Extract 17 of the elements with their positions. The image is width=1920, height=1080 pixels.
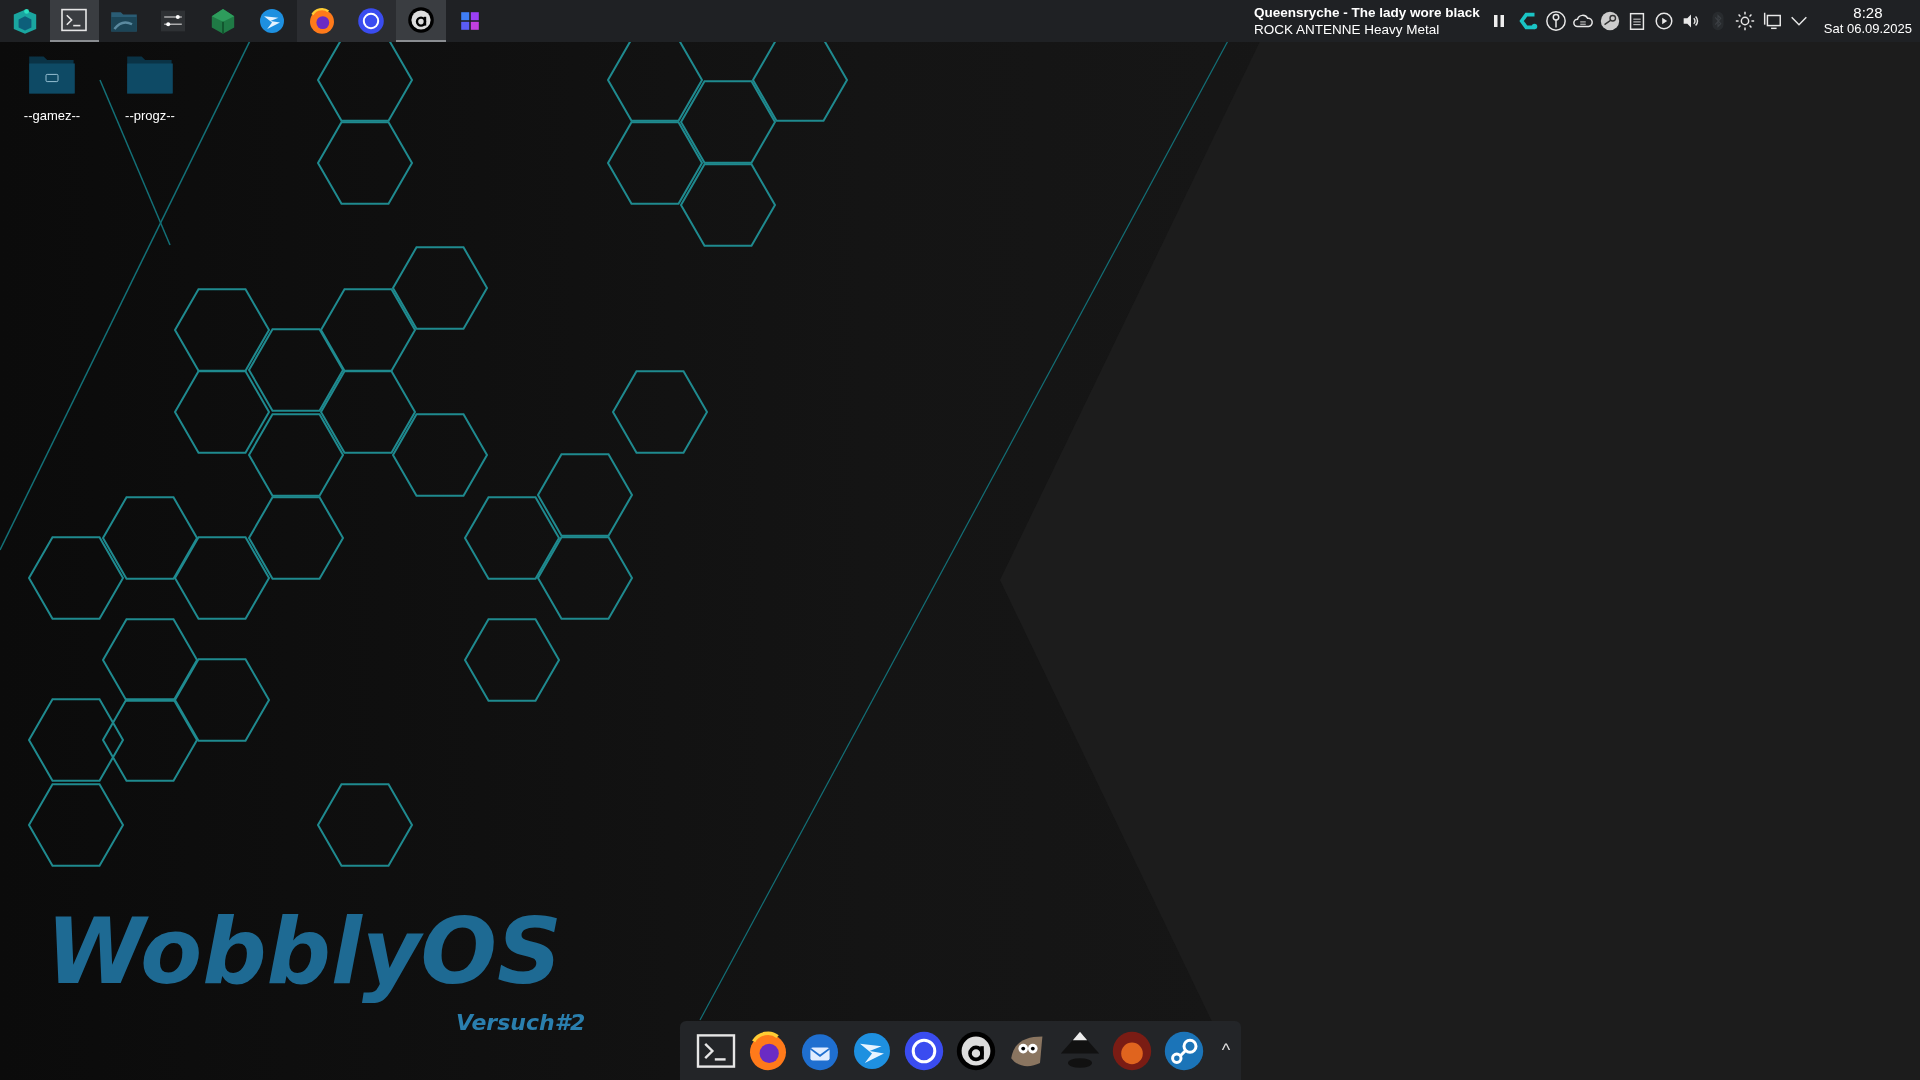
taskbar-item[interactable] [49,0,99,42]
taskbar-item[interactable] [297,0,347,42]
taskbar-item[interactable] [396,0,446,42]
pause-icon[interactable] [1493,15,1504,27]
media-station: ROCK ANTENNE Heavy Metal [1253,21,1441,38]
folder-icon[interactable] [28,54,76,96]
key-icon[interactable] [1544,10,1567,32]
folder-label[interactable]: --gamez-- [23,106,81,126]
taskbar-item[interactable] [346,0,396,42]
media-title: Queensryche - The lady wore black [1253,4,1480,21]
wallpaper-subtitle-text: Versuch#2 [456,1010,587,1036]
folder-label[interactable]: --progz-- [125,106,175,126]
clock-time[interactable]: 8:28 [1853,5,1883,21]
expand-button[interactable]: ^ [1214,1037,1238,1064]
wallpaper-logo-text: WobblyOS [46,898,563,1006]
clock-date[interactable]: Sat 06.09.2025 [1823,21,1912,37]
sun-icon[interactable] [1733,10,1756,32]
